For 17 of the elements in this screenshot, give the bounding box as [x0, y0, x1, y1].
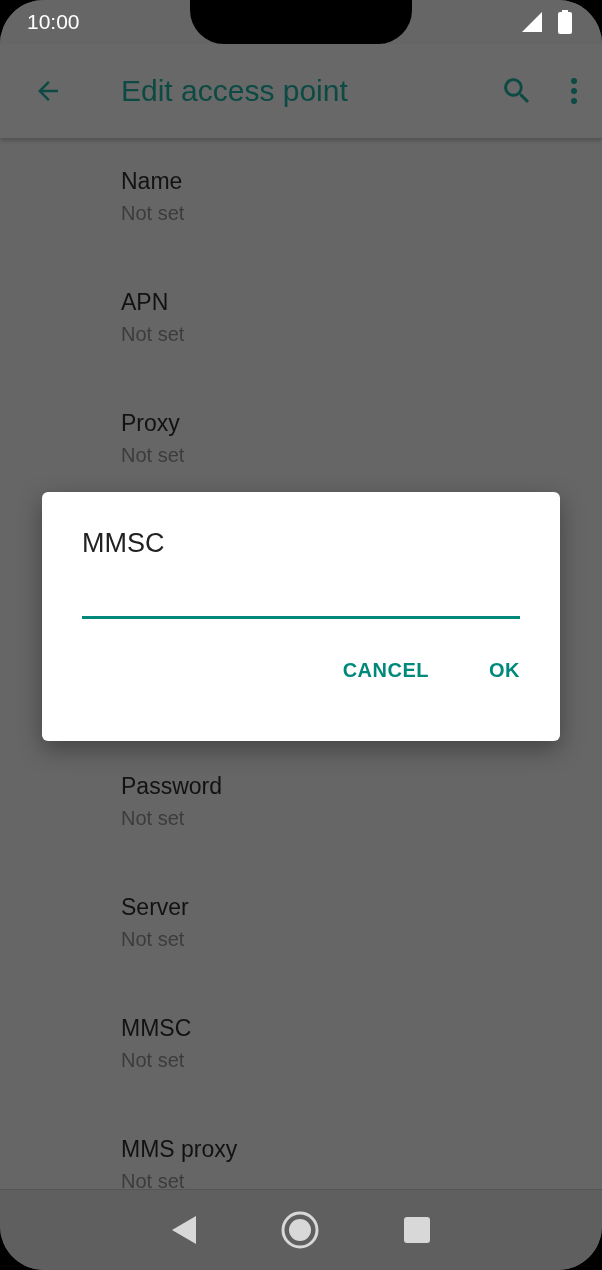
setting-title[interactable]: MMSC: [121, 1014, 602, 1042]
setting-title[interactable]: Password: [121, 772, 602, 800]
dialog-button[interactable]: OK: [469, 649, 540, 692]
battery-icon: [558, 10, 572, 34]
setting-title[interactable]: Server: [121, 893, 602, 921]
screen-title: Edit access point: [121, 74, 349, 108]
dialog-title: MMSC: [82, 528, 165, 559]
back-icon[interactable]: [172, 1216, 197, 1244]
dialog-button[interactable]: CANCEL: [322, 649, 449, 692]
setting-title[interactable]: MMS proxy: [121, 1135, 602, 1163]
setting-title[interactable]: APN: [121, 288, 602, 316]
setting-title[interactable]: Name: [121, 167, 602, 195]
recents-icon[interactable]: [403, 1217, 430, 1243]
signal-icon: [522, 12, 542, 32]
status-time: 10:00: [27, 10, 80, 34]
setting-title[interactable]: Proxy: [121, 409, 602, 437]
home-icon[interactable]: [281, 1211, 319, 1249]
